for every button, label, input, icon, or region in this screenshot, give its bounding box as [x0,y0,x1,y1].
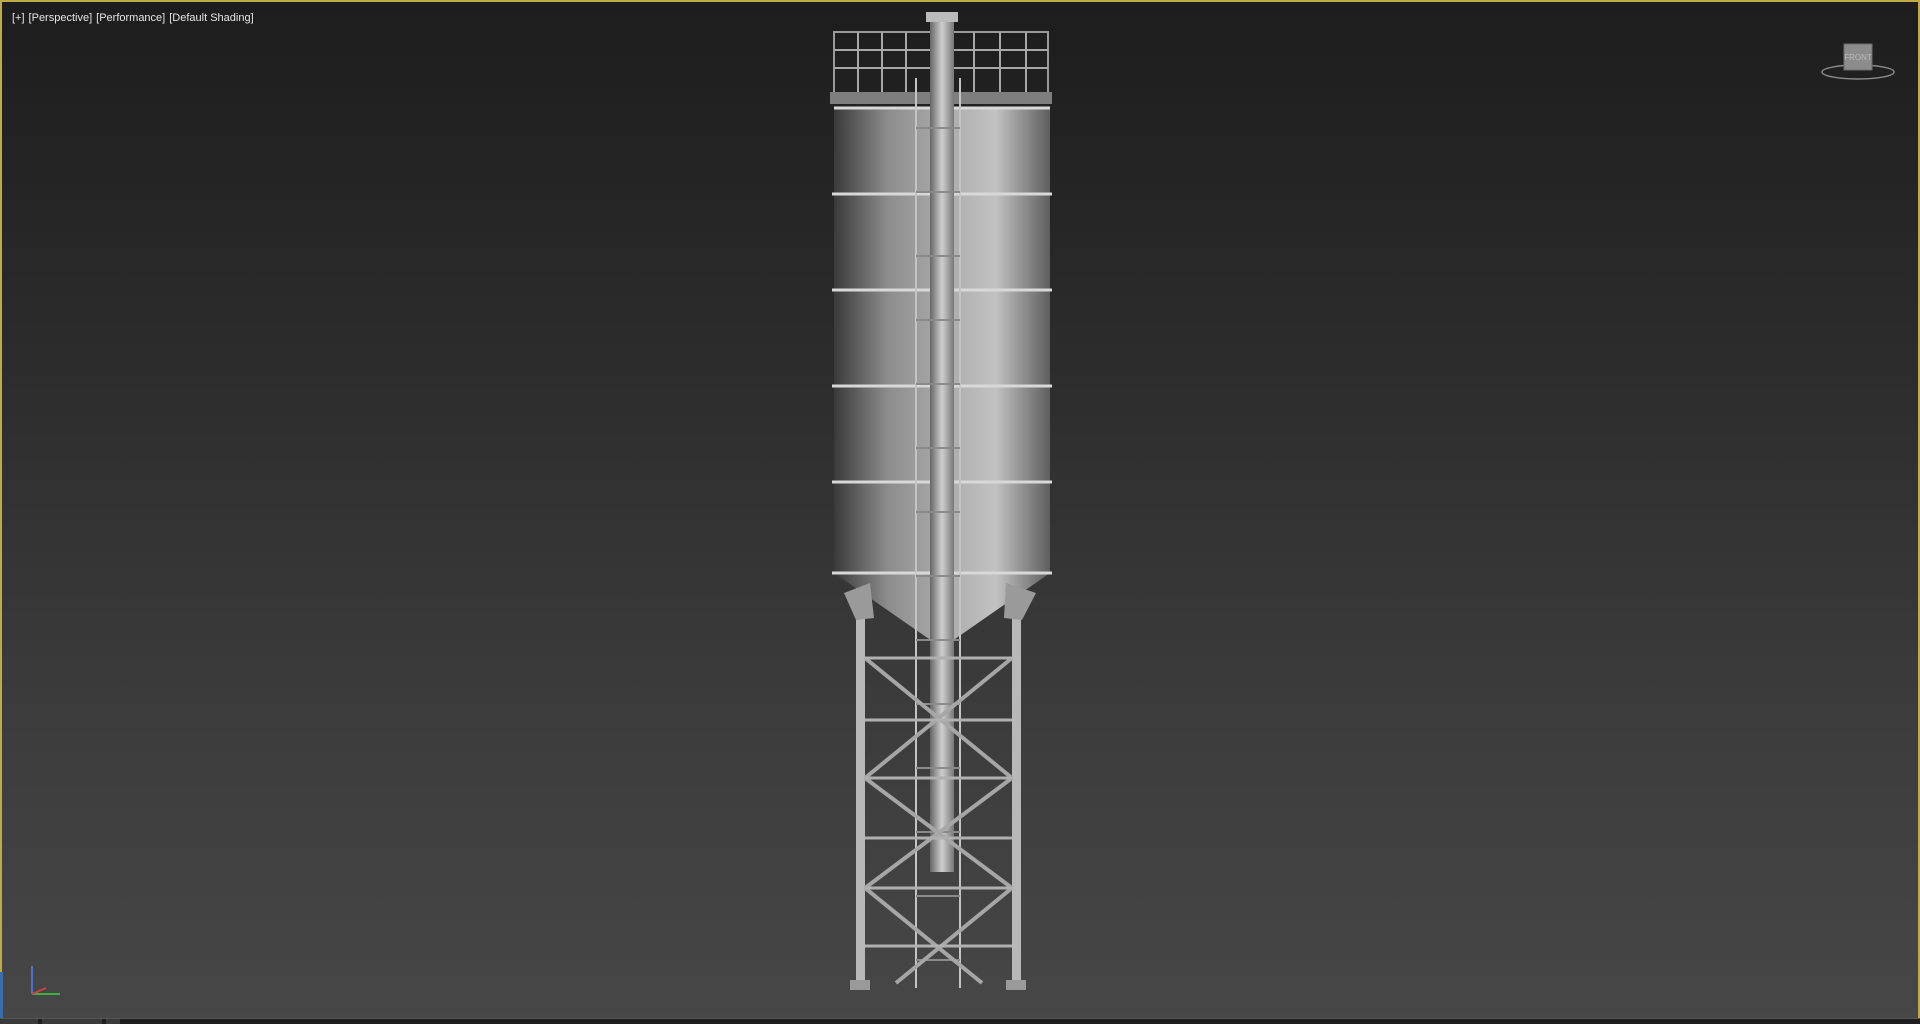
viewcube[interactable]: FRONT [1818,40,1898,85]
bottom-tab-3[interactable] [106,1019,120,1024]
viewport-bottom-strip [0,1018,1920,1024]
pipe-cap [926,12,958,22]
viewcube-face-label: FRONT [1844,53,1872,62]
axis-tripod [31,966,60,995]
central-pipe [930,12,954,872]
viewport-general-menu[interactable]: [+] [12,12,25,24]
viewport-performance-menu[interactable]: [Performance] [96,12,165,24]
viewport-point-of-view-menu[interactable]: [Perspective] [29,12,93,24]
bottom-tab-1[interactable] [0,1019,38,1024]
command-panel-edge [0,972,3,1022]
bottom-tab-2[interactable] [42,1019,102,1024]
viewport-label-menu: [+] [Perspective] [Performance] [Default… [12,12,254,24]
perspective-viewport[interactable]: [+] [Perspective] [Performance] [Default… [0,0,1920,1024]
viewport-shading-menu[interactable]: [Default Shading] [169,12,253,24]
silo-model[interactable] [822,8,1062,998]
